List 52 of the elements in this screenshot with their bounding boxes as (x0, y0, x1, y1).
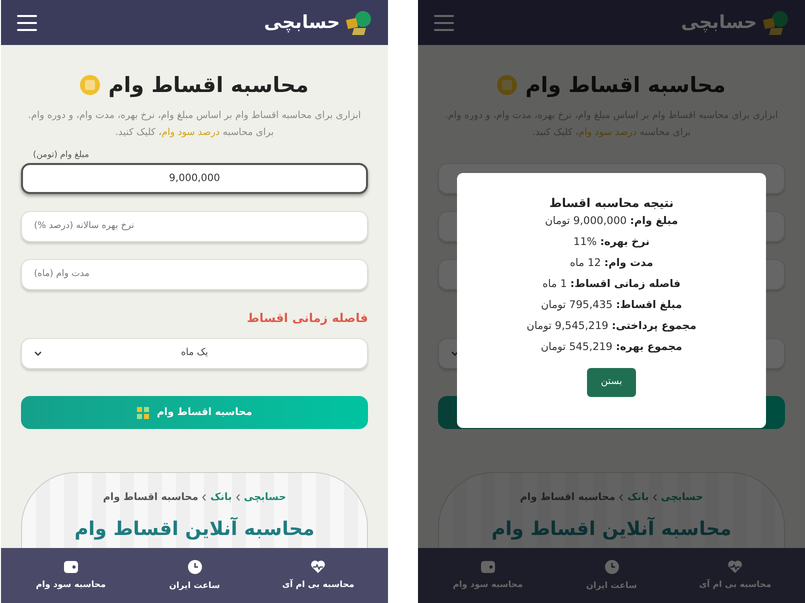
input-field[interactable]: 9,000,000 (21, 163, 368, 194)
nav-item[interactable]: محاسبه بی ام آی (673, 548, 797, 603)
field-label: مبلغ وام (تومن) (33, 151, 90, 160)
clock-icon (604, 558, 620, 575)
article-heading: محاسبه آنلاین اقساط وام (491, 516, 732, 542)
heart-pulse-icon (727, 560, 744, 574)
result-line: مجموع بهره: 545,219 تومان (540, 340, 682, 355)
chevron-left-icon (202, 494, 206, 501)
calculate-button[interactable]: محاسبه اقساط وام (21, 396, 368, 429)
result-line: مبلغ وام: 9,000,000 تومان (545, 214, 678, 229)
nav-item[interactable]: محاسبه سود وام (426, 548, 550, 603)
page-title: محاسبه اقساط وام (108, 72, 309, 100)
input-field[interactable]: مدت وام (ماه) (21, 259, 368, 290)
result-line: فاصله زمانی اقساط: 1 ماه (542, 277, 680, 292)
close-button[interactable]: بستن (587, 368, 636, 397)
page-title: محاسبه اقساط وام (525, 72, 726, 100)
calculator-badge-icon (497, 75, 518, 95)
breadcrumb-link[interactable]: حسابچی (660, 490, 704, 505)
result-line: مدت وام: 12 ماه (570, 256, 654, 271)
chevron-left-icon (619, 494, 624, 501)
article-heading: محاسبه آنلاین اقساط وام (74, 516, 315, 542)
wallet-icon (62, 560, 79, 574)
chevron-left-icon (236, 494, 240, 501)
grid-icon (136, 406, 149, 418)
breadcrumb-item: محاسبه اقساط وام (102, 491, 198, 505)
wallet-icon (480, 560, 496, 574)
nav-item[interactable]: ساعت ایران (132, 548, 256, 603)
section-label: فاصله زمانی اقساط (246, 310, 368, 327)
interval-select[interactable]: یک ماه (21, 338, 368, 369)
heart-pulse-icon (310, 560, 326, 574)
input-field[interactable]: نرخ بهره سالانه (درصد %) (21, 211, 368, 242)
calculator-badge-icon (80, 75, 100, 95)
nav-item[interactable]: محاسبه سود وام (9, 548, 133, 603)
profit-percent-link[interactable]: درصد سود وام (162, 127, 220, 138)
menu-button[interactable] (17, 14, 37, 30)
breadcrumb-link[interactable]: بانک (627, 490, 649, 505)
result-line: مبلغ اقساط: 795,435 تومان (540, 298, 682, 313)
chevron-down-icon (34, 351, 42, 356)
nav-item[interactable]: محاسبه بی ام آی (256, 548, 380, 603)
breadcrumb-link[interactable]: بانک (210, 490, 232, 505)
clock-icon (186, 558, 203, 575)
chevron-left-icon (652, 494, 657, 501)
dialog-title: نتیجه محاسبه اقساط (549, 195, 674, 211)
nav-item[interactable]: ساعت ایران (550, 548, 674, 603)
logo-text[interactable]: حسابچی (264, 14, 340, 32)
logo-text[interactable]: حسابچی (681, 14, 757, 32)
breadcrumb-link[interactable]: حسابچی (244, 490, 286, 505)
result-line: مجموع پرداختی: 9,545,219 تومان (526, 319, 696, 334)
breadcrumb-item: محاسبه اقساط وام (520, 491, 616, 505)
description-text: ابزاری برای محاسبه اقساط وام بر اساس مبلغ وام، نرخ بهره، مدت وام، و دوره وام. برای محاسبه درصد سود وام، کلیک کنید. (27, 109, 362, 140)
logo-icon (761, 10, 789, 36)
logo-icon (344, 10, 372, 36)
